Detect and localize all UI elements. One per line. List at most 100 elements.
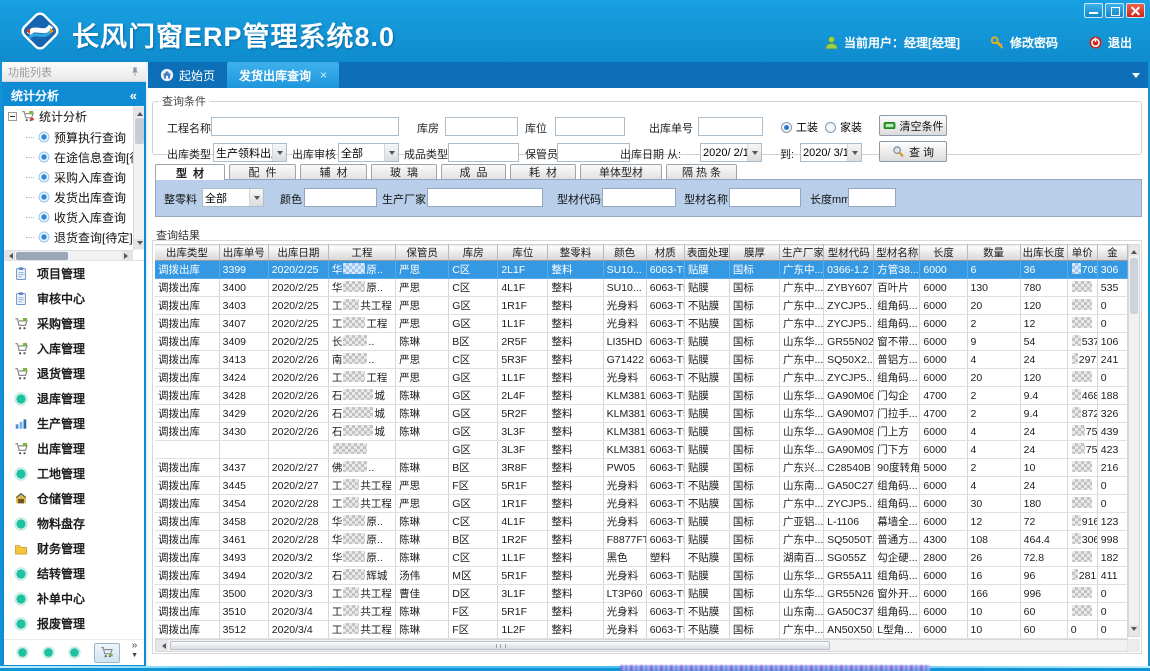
table-row[interactable]: 调拨出库34132020/2/26南..严思C区5R3F整料G714226063… [155, 351, 1128, 369]
column-header-ol[interactable]: 出库长度 [1020, 245, 1067, 261]
tree-item[interactable]: 退货查询[待定] [4, 227, 144, 247]
scroll-down-icon[interactable] [1129, 625, 1139, 636]
sidebar-module[interactable]: 入库管理 [4, 336, 144, 361]
location-input[interactable] [555, 117, 625, 136]
length-input[interactable] [848, 188, 896, 207]
product-type-input[interactable] [448, 143, 519, 162]
date-to-picker[interactable]: 2020/ 3/16 [800, 143, 862, 162]
material-tab[interactable]: 玻 璃 [371, 164, 437, 179]
sidebar-module[interactable]: 审核中心 [4, 286, 144, 311]
sidebar-module[interactable]: 退库管理 [4, 386, 144, 411]
table-row[interactable]: 调拨出库33992020/2/25华原..严思C区2L1F整料SU10...60… [155, 261, 1128, 279]
column-header-l[interactable]: 库位 [498, 245, 548, 261]
table-row[interactable]: 调拨出库34452020/2/27工共工程严思F区5R1F整料光身料6063-T… [155, 477, 1128, 495]
module-dot-icon[interactable] [68, 646, 81, 659]
column-header-c[interactable]: 颜色 [603, 245, 646, 261]
sidebar-module[interactable]: 工地管理 [4, 461, 144, 486]
scroll-left-icon[interactable] [4, 251, 15, 261]
close-button[interactable] [1126, 3, 1145, 18]
scroll-up-icon[interactable] [134, 107, 144, 117]
column-header-cd[interactable]: 型材代码 [824, 245, 874, 261]
profile-code-input[interactable] [602, 188, 676, 207]
tree-expander-icon[interactable] [8, 112, 17, 121]
table-row[interactable]: 调拨出库34582020/2/28华原..陈琳C区4L1F整料光身料6063-T… [155, 513, 1128, 531]
table-row[interactable]: 调拨出库34032020/2/25工共工程严思G区1R1F整料光身料6063-T… [155, 297, 1128, 315]
tree-vertical-scrollbar[interactable] [133, 106, 144, 250]
column-header-f[interactable]: 膜厚 [729, 245, 779, 261]
sidebar-section-statistics[interactable]: 统计分析 « [4, 84, 144, 106]
whole-part-select[interactable]: 全部 [202, 188, 264, 207]
color-input[interactable] [304, 188, 377, 207]
radio-selected-icon[interactable] [781, 122, 792, 133]
table-row[interactable]: 调拨出库34072020/2/25工工程严思G区1L1F整料光身料6063-T5… [155, 315, 1128, 333]
tree-scroll-thumb[interactable] [135, 118, 144, 144]
tab-list-dropdown-icon[interactable] [1132, 73, 1140, 82]
column-header-mk[interactable]: 生产厂家 [780, 245, 824, 261]
change-password[interactable]: 修改密码 [990, 34, 1058, 51]
project-name-input[interactable] [211, 117, 399, 136]
tab-shipping-outbound-query[interactable]: 发货出库查询 × [227, 62, 339, 88]
table-row[interactable]: 调拨出库34292020/2/26石城陈琳G区5R2F整料KLM38176063… [155, 405, 1128, 423]
manufacturer-input[interactable] [427, 188, 543, 207]
table-vertical-scrollbar[interactable] [1128, 244, 1140, 637]
material-tab[interactable]: 隔 热 条 [666, 164, 737, 179]
column-header-a[interactable]: 金 [1097, 245, 1127, 261]
tree-horizontal-scrollbar[interactable] [4, 250, 133, 260]
column-header-w[interactable]: 库房 [449, 245, 498, 261]
tab-home[interactable]: 起始页 [148, 62, 227, 88]
sidebar-module[interactable]: 财务管理 [4, 536, 144, 561]
scroll-right-icon[interactable] [122, 251, 133, 261]
logout[interactable]: 退出 [1088, 34, 1132, 51]
sidebar-module[interactable]: 出库管理 [4, 436, 144, 461]
column-header-n[interactable]: 型材名称 [874, 245, 920, 261]
sidebar-module[interactable]: 报废管理 [4, 611, 144, 636]
radio-gongzhuang[interactable]: 工装 [781, 119, 818, 135]
table-row[interactable]: 调拨出库34002020/2/25华原..严思C区4L1F整料SU10...60… [155, 279, 1128, 297]
sidebar-module[interactable]: 项目管理 [4, 261, 144, 286]
minimize-button[interactable] [1084, 3, 1103, 18]
column-header-q[interactable]: 数量 [967, 245, 1020, 261]
column-header-pr[interactable]: 单价 [1067, 245, 1097, 261]
table-row[interactable]: 调拨出库35122020/3/4工共工程陈琳F区1L2F整料光身料6063-T5… [155, 621, 1128, 639]
sidebar-module[interactable]: 结转管理 [4, 561, 144, 586]
sidebar-module[interactable]: 仓储管理 [4, 486, 144, 511]
table-row[interactable]: 调拨出库35102020/3/4工共工程陈琳F区5R1F整料光身料6063-T5… [155, 603, 1128, 621]
more-modules-button[interactable]: »▼ [131, 641, 138, 660]
radio-unselected-icon[interactable] [825, 122, 836, 133]
material-tab[interactable]: 辅 材 [300, 164, 367, 179]
table-row[interactable]: 调拨出库34942020/3/2石辉城汤伟M区5R1F整料光身料6063-T5贴… [155, 567, 1128, 585]
column-header-d[interactable]: 出库日期 [268, 245, 328, 261]
column-header-m[interactable]: 材质 [646, 245, 684, 261]
sidebar-module[interactable]: 生产管理 [4, 411, 144, 436]
collapse-icon[interactable]: « [130, 88, 137, 103]
column-header-len[interactable]: 长度 [920, 245, 967, 261]
table-horizontal-scrollbar[interactable] [155, 639, 1140, 652]
sidebar-module[interactable]: 补单中心 [4, 586, 144, 611]
table-row[interactable]: 调拨出库34612020/2/28华原..陈琳B区1R2F整料F8877FT60… [155, 531, 1128, 549]
table-row[interactable]: 调拨出库34092020/2/25长..陈琳B区2R5F整料LI35HD6063… [155, 333, 1128, 351]
table-row[interactable]: 调拨出库34932020/3/2华原..陈琳C区1L1F整料黑色塑料不贴膜国标湖… [155, 549, 1128, 567]
tree-hscroll-thumb[interactable] [16, 252, 68, 260]
cart-shortcut-button[interactable] [94, 643, 120, 663]
column-header-s[interactable]: 表面处理 [684, 245, 729, 261]
scroll-down-icon[interactable] [134, 239, 144, 249]
column-header-t[interactable]: 出库类型 [155, 245, 219, 261]
radio-jiazhuang[interactable]: 家装 [825, 119, 862, 135]
column-header-k[interactable]: 保管员 [396, 245, 449, 261]
hscroll-thumb[interactable] [170, 641, 830, 650]
profile-name-input[interactable] [729, 188, 801, 207]
table-row[interactable]: G区3L3F整料KLM38176063-T5贴膜国标山东华...GA90M09.… [155, 441, 1128, 459]
tree-item[interactable]: 收货入库查询 [4, 207, 144, 227]
tree-item[interactable]: 采购入库查询 [4, 167, 144, 187]
module-dot-icon[interactable] [16, 646, 29, 659]
material-tab[interactable]: 成 品 [441, 164, 506, 179]
column-header-o[interactable]: 出库单号 [219, 245, 268, 261]
scroll-left-icon[interactable] [156, 640, 168, 651]
out-type-select[interactable]: 生产领料出库 [213, 143, 287, 162]
vscroll-thumb[interactable] [1130, 258, 1138, 314]
module-dot-icon[interactable] [42, 646, 55, 659]
order-no-input[interactable] [698, 117, 763, 136]
sidebar-module[interactable]: 采购管理 [4, 311, 144, 336]
material-tab[interactable]: 单体型材 [580, 164, 662, 179]
column-header-p[interactable]: 工程 [328, 245, 395, 261]
